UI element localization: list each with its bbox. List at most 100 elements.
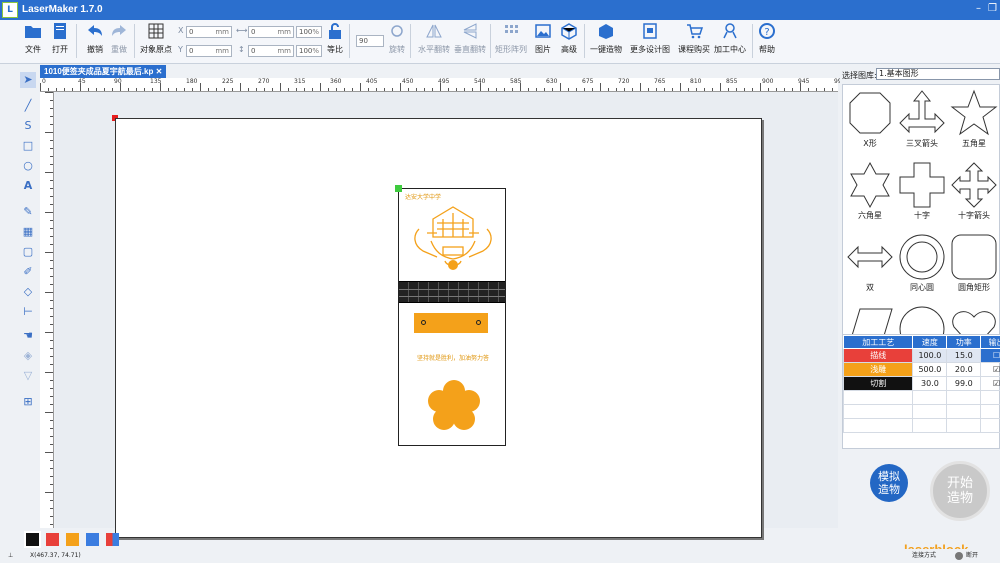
ruler-label: 405 xyxy=(366,78,378,85)
ruler-tick xyxy=(45,132,53,133)
shape-double-arrow[interactable]: 双 xyxy=(845,231,895,301)
rotate-angle-field[interactable]: 90 xyxy=(356,35,384,47)
advanced-button[interactable]: 高级 xyxy=(560,22,578,55)
minimize-button[interactable]: – xyxy=(976,3,981,14)
help-button[interactable]: ? 帮助 xyxy=(758,22,776,55)
swatch-black[interactable] xyxy=(24,531,41,548)
select-arrow-icon[interactable]: ➤ xyxy=(20,72,36,88)
restore-button[interactable]: ❐ xyxy=(988,3,997,14)
start-build-button[interactable]: 开始 造物 xyxy=(930,461,990,521)
undo-button[interactable]: 撤销 xyxy=(86,22,104,55)
height-percent-field[interactable]: 100% xyxy=(296,45,322,57)
ruler-tick xyxy=(592,88,593,91)
flip-vertical-button[interactable]: 垂直翻转 xyxy=(454,22,486,55)
ruler-tick xyxy=(792,88,793,91)
pointer-tool-icon[interactable]: ☚ xyxy=(20,328,36,344)
ruler-tick xyxy=(50,380,53,381)
ellipse-tool-icon[interactable]: ○ xyxy=(20,158,36,174)
simulate-build-button[interactable]: 模拟 造物 xyxy=(870,464,908,502)
tab-close-icon[interactable]: ✕ xyxy=(156,67,163,76)
shape-parallelogram[interactable] xyxy=(845,303,895,337)
library-select[interactable]: 1.基本图形 xyxy=(876,68,1000,80)
x-position-field[interactable]: 0 mm xyxy=(186,26,232,38)
output-checkbox[interactable]: ☑ xyxy=(980,362,1000,377)
swatch-blue[interactable] xyxy=(86,533,99,546)
document-tab[interactable]: 1010便签夹成品夏宇航最后.kp ✕ xyxy=(40,65,167,78)
redo-button[interactable]: 重做 xyxy=(110,22,128,55)
shape-triple-arrow[interactable]: 三叉箭头 xyxy=(897,87,947,157)
shape-cross[interactable]: 十字 xyxy=(897,159,947,229)
ruler-tick xyxy=(328,88,329,91)
ratio-lock-button[interactable]: 等比 xyxy=(326,22,344,55)
shape-heart[interactable] xyxy=(949,303,999,337)
file-button[interactable]: 文件 xyxy=(24,22,42,55)
shape-five-star[interactable]: 五角星 xyxy=(949,87,999,157)
edit-node-icon[interactable]: ✐ xyxy=(20,264,36,280)
shape-cross-arrow[interactable]: 十字箭头 xyxy=(949,159,999,229)
ruler-tick xyxy=(45,92,53,93)
course-purchase-button[interactable]: 课程购买 xyxy=(678,22,710,55)
power-cell[interactable]: 99.0 xyxy=(946,376,982,391)
speed-cell[interactable]: 30.0 xyxy=(912,376,948,391)
flip-horizontal-button[interactable]: 水平翻转 xyxy=(418,22,450,55)
crop-tool-icon[interactable]: ⊞ xyxy=(20,394,36,410)
ruler-tick xyxy=(752,88,753,91)
process-table: 加工工艺 速度 功率 输出 描线 100.0 15.0 ☐ 浅雕 500.0 2… xyxy=(842,334,1000,449)
width-field[interactable]: 0 mm xyxy=(248,26,294,38)
pen-tool-icon[interactable]: ✎ xyxy=(20,204,36,220)
swatch-orange[interactable] xyxy=(66,533,79,546)
y-position-field[interactable]: 0 mm xyxy=(186,45,232,57)
shape-circle[interactable] xyxy=(897,303,947,337)
ruler-tick xyxy=(568,88,569,91)
cut-tool-icon[interactable]: ▽ xyxy=(20,368,36,384)
rectangle-tool-icon[interactable]: □ xyxy=(20,138,36,154)
height-field[interactable]: 0 mm xyxy=(248,45,294,57)
width-percent-field[interactable]: 100% xyxy=(296,26,322,38)
shape-x[interactable]: X形 xyxy=(845,87,895,157)
curve-tool-icon[interactable]: S xyxy=(20,118,36,134)
grid-origin-icon xyxy=(148,23,164,39)
table-row[interactable]: 切割 30.0 99.0 ☑ xyxy=(842,376,1000,391)
power-cell[interactable]: 15.0 xyxy=(946,348,982,363)
shape-six-star[interactable]: 六角星 xyxy=(845,159,895,229)
table-tool-icon[interactable]: ▦ xyxy=(20,224,36,240)
bookmark-design[interactable]: 达安大学中学 坚持就是胜利，加油努力答 xyxy=(395,185,506,446)
rect-array-button[interactable]: 矩形阵列 xyxy=(495,22,527,55)
image-button[interactable]: 图片 xyxy=(534,22,552,55)
ruler-tick xyxy=(50,108,53,109)
output-checkbox[interactable]: ☐ xyxy=(980,348,1000,363)
origin-button[interactable]: 对象原点 xyxy=(140,22,172,55)
table-row[interactable]: 浅雕 500.0 20.0 ☑ xyxy=(842,362,1000,377)
ruler-tick xyxy=(50,268,53,269)
processing-center-button[interactable]: 加工中心 xyxy=(714,22,746,55)
line-tool-icon[interactable]: ╱ xyxy=(20,98,36,114)
output-checkbox[interactable]: ☑ xyxy=(980,376,1000,391)
swatch-red[interactable] xyxy=(46,533,59,546)
rotate-button[interactable]: 旋转 xyxy=(388,22,406,55)
eraser-tool-icon[interactable]: ◇ xyxy=(20,284,36,300)
speed-cell[interactable]: 100.0 xyxy=(912,348,948,363)
one-click-build-button[interactable]: 一键造物 xyxy=(590,22,622,55)
measure-tool-icon[interactable]: ⊢ xyxy=(20,304,36,320)
table-row[interactable]: 描线 100.0 15.0 ☐ xyxy=(842,348,1000,363)
text-tool-icon[interactable]: A xyxy=(20,178,36,194)
work-page[interactable]: 达安大学中学 坚持就是胜利，加油努力答 xyxy=(115,118,762,538)
open-button[interactable]: 打开 xyxy=(51,22,69,55)
more-designs-button[interactable]: 更多设计图 xyxy=(630,22,670,55)
ruler-label: 720 xyxy=(618,78,630,85)
selection-handle[interactable] xyxy=(395,185,402,192)
weld-tool-icon[interactable]: ◈ xyxy=(20,348,36,364)
frame-tool-icon[interactable]: ▢ xyxy=(20,244,36,260)
shape-concentric-circle[interactable]: 同心圆 xyxy=(897,231,947,301)
ruler-tick xyxy=(50,420,53,421)
ruler-tick xyxy=(50,124,53,125)
power-cell[interactable]: 20.0 xyxy=(946,362,982,377)
speed-cell[interactable]: 500.0 xyxy=(912,362,948,377)
ruler-tick xyxy=(45,492,53,493)
swatch-multicolor[interactable] xyxy=(106,533,119,546)
ruler-tick xyxy=(96,88,97,91)
ruler-tick xyxy=(368,88,369,91)
shape-rounded-rect[interactable]: 圆角矩形 xyxy=(949,231,999,301)
ruler-tick xyxy=(208,88,209,91)
canvas-area[interactable]: 达安大学中学 坚持就是胜利，加油努力答 xyxy=(55,92,838,538)
